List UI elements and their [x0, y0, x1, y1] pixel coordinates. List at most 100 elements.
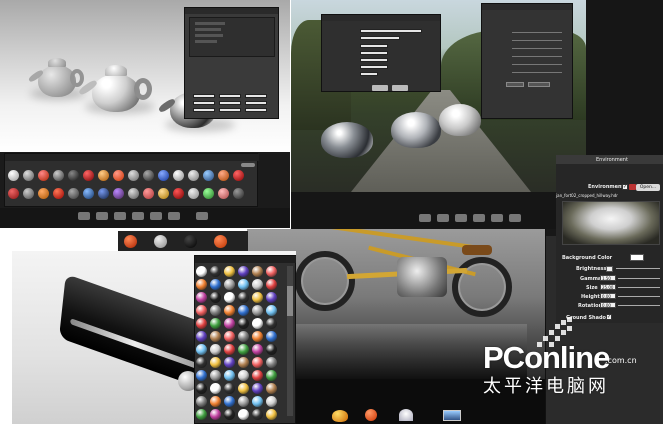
- dialog-field[interactable]: [245, 108, 267, 112]
- material-swatch[interactable]: [252, 370, 263, 381]
- open-environment-button[interactable]: Open...: [636, 184, 660, 191]
- material-swatch[interactable]: [158, 188, 169, 199]
- teapot-icon[interactable]: [332, 410, 348, 422]
- material-swatch[interactable]: [266, 370, 277, 381]
- material-swatch[interactable]: [224, 318, 235, 329]
- material-swatch[interactable]: [68, 188, 79, 199]
- passes-field[interactable]: [360, 65, 388, 69]
- material-swatch[interactable]: [196, 279, 207, 290]
- material-swatch[interactable]: [196, 357, 207, 368]
- import-icon[interactable]: [419, 214, 431, 222]
- dialog-field[interactable]: [193, 101, 215, 105]
- import-icon[interactable]: [78, 212, 90, 220]
- material-swatch[interactable]: [224, 357, 235, 368]
- material-swatch[interactable]: [124, 235, 137, 248]
- panel-button[interactable]: [528, 82, 550, 87]
- material-swatch[interactable]: [238, 279, 249, 290]
- material-swatch[interactable]: [238, 305, 249, 316]
- material-swatch[interactable]: [23, 170, 34, 181]
- gamma-slider[interactable]: [618, 278, 660, 279]
- material-swatch[interactable]: [252, 279, 263, 290]
- material-swatch[interactable]: [266, 409, 277, 420]
- material-swatch[interactable]: [224, 266, 235, 277]
- material-swatch[interactable]: [238, 383, 249, 394]
- material-swatch[interactable]: [210, 396, 221, 407]
- material-swatch[interactable]: [210, 383, 221, 394]
- screenshot-icon[interactable]: [132, 212, 144, 220]
- material-swatch[interactable]: [23, 188, 34, 199]
- dialog-field[interactable]: [219, 101, 241, 105]
- open-icon[interactable]: [96, 212, 108, 220]
- environment-checkbox[interactable]: ✓: [622, 184, 628, 190]
- height-field[interactable]: 0.00: [600, 293, 616, 299]
- material-swatch[interactable]: [252, 318, 263, 329]
- material-swatch[interactable]: [224, 409, 235, 420]
- material-swatch[interactable]: [196, 409, 207, 420]
- material-swatch[interactable]: [252, 331, 263, 342]
- material-swatch[interactable]: [252, 383, 263, 394]
- material-swatch[interactable]: [8, 188, 19, 199]
- material-swatch[interactable]: [8, 170, 19, 181]
- material-swatch[interactable]: [210, 331, 221, 342]
- material-swatch[interactable]: [233, 188, 244, 199]
- material-swatch[interactable]: [210, 266, 221, 277]
- material-swatch[interactable]: [214, 235, 227, 248]
- material-swatch[interactable]: [98, 170, 109, 181]
- material-swatch[interactable]: [224, 279, 235, 290]
- material-swatch[interactable]: [154, 235, 167, 248]
- material-swatch[interactable]: [238, 409, 249, 420]
- gamma-field[interactable]: 1.50: [600, 275, 616, 281]
- material-swatch[interactable]: [238, 331, 249, 342]
- material-swatch[interactable]: [224, 331, 235, 342]
- material-swatch[interactable]: [38, 170, 49, 181]
- material-swatch[interactable]: [266, 305, 277, 316]
- brightness-slider[interactable]: [616, 268, 660, 269]
- material-swatch[interactable]: [128, 170, 139, 181]
- material-swatch[interactable]: [266, 318, 277, 329]
- brightness-field[interactable]: [606, 266, 613, 272]
- material-swatch[interactable]: [210, 305, 221, 316]
- material-swatch[interactable]: [252, 266, 263, 277]
- material-swatch[interactable]: [210, 370, 221, 381]
- material-swatch[interactable]: [38, 188, 49, 199]
- material-swatch[interactable]: [196, 305, 207, 316]
- material-swatch[interactable]: [252, 357, 263, 368]
- material-swatch[interactable]: [224, 292, 235, 303]
- material-swatch[interactable]: [196, 266, 207, 277]
- dome-icon[interactable]: [399, 409, 413, 421]
- material-swatch[interactable]: [224, 344, 235, 355]
- material-swatch[interactable]: [266, 396, 277, 407]
- material-bar-slider[interactable]: [241, 163, 255, 167]
- material-swatch[interactable]: [210, 279, 221, 290]
- dialog-field[interactable]: [219, 108, 241, 112]
- material-swatch[interactable]: [173, 188, 184, 199]
- material-swatch[interactable]: [238, 266, 249, 277]
- height-slider[interactable]: [618, 296, 660, 297]
- dialog-field[interactable]: [193, 94, 215, 98]
- material-swatch[interactable]: [196, 292, 207, 303]
- settings-icon[interactable]: [168, 212, 180, 220]
- size-field[interactable]: 25.00: [600, 284, 616, 290]
- material-swatch[interactable]: [233, 170, 244, 181]
- material-swatch[interactable]: [266, 357, 277, 368]
- material-swatch[interactable]: [210, 344, 221, 355]
- rotation-slider[interactable]: [618, 305, 660, 306]
- panel-button[interactable]: [506, 82, 524, 87]
- background-color-swatch[interactable]: [630, 254, 644, 261]
- material-swatch[interactable]: [266, 331, 277, 342]
- material-swatch[interactable]: [188, 188, 199, 199]
- render-icon[interactable]: [491, 214, 503, 222]
- material-swatch[interactable]: [203, 188, 214, 199]
- material-swatch[interactable]: [188, 170, 199, 181]
- environment-icon[interactable]: [455, 214, 467, 222]
- material-swatch[interactable]: [53, 170, 64, 181]
- material-swatch[interactable]: [196, 370, 207, 381]
- material-swatch[interactable]: [238, 370, 249, 381]
- material-swatch[interactable]: [196, 396, 207, 407]
- material-swatch[interactable]: [68, 170, 79, 181]
- material-swatch[interactable]: [98, 188, 109, 199]
- width-field[interactable]: [360, 44, 388, 48]
- material-swatch[interactable]: [203, 170, 214, 181]
- quality-field[interactable]: [360, 72, 378, 76]
- material-swatch[interactable]: [210, 292, 221, 303]
